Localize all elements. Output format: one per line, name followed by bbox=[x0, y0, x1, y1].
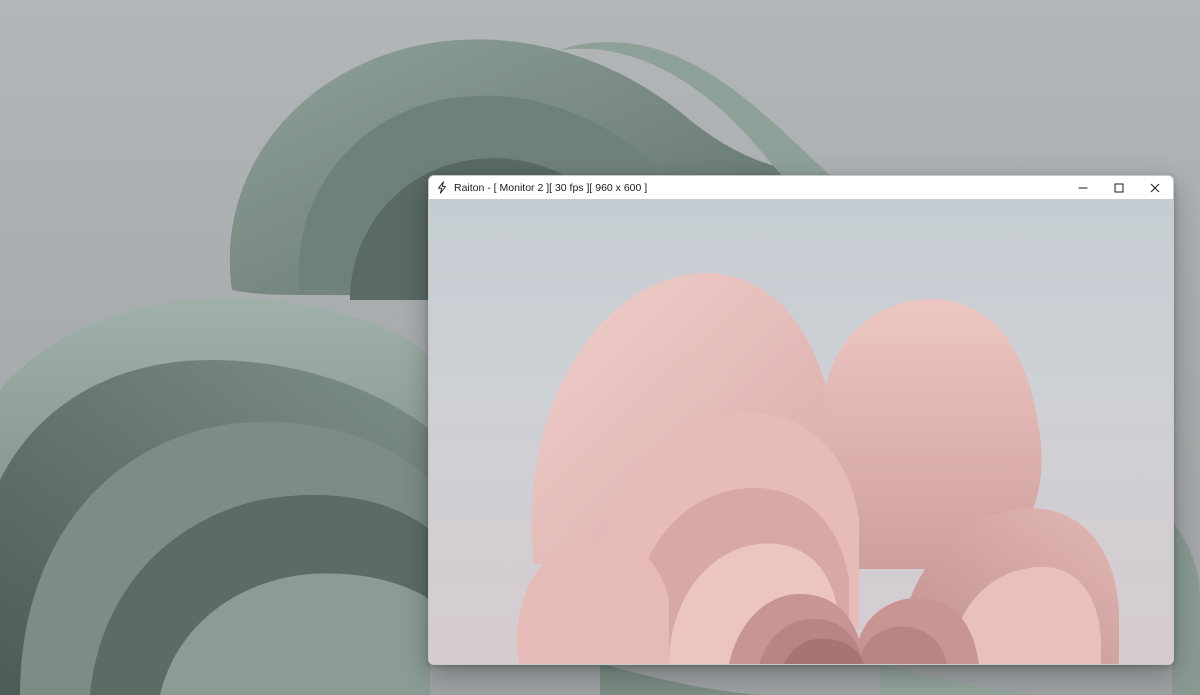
maximize-button[interactable] bbox=[1101, 176, 1137, 199]
maximize-icon bbox=[1114, 183, 1124, 193]
title-bar[interactable]: Raiton - [ Monitor 2 ][ 30 fps ][ 960 x … bbox=[429, 176, 1173, 199]
capture-view bbox=[429, 199, 1173, 664]
pink-bloom-illustration bbox=[517, 272, 1119, 664]
close-icon bbox=[1150, 183, 1160, 193]
app-window[interactable]: Raiton - [ Monitor 2 ][ 30 fps ][ 960 x … bbox=[428, 175, 1174, 665]
window-title: Raiton - [ Monitor 2 ][ 30 fps ][ 960 x … bbox=[454, 181, 648, 194]
minimize-icon bbox=[1078, 183, 1088, 193]
minimize-button[interactable] bbox=[1065, 176, 1101, 199]
lightning-bolt-icon bbox=[435, 181, 449, 195]
caption-buttons bbox=[1065, 176, 1173, 199]
close-button[interactable] bbox=[1137, 176, 1173, 199]
